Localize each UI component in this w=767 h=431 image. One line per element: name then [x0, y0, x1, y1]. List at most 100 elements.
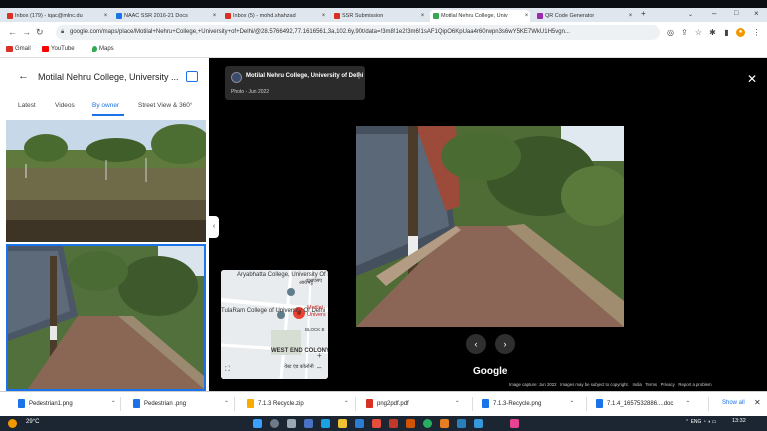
app-icon[interactable]	[372, 419, 381, 428]
browser-tab[interactable]: QR Code Generator ×	[534, 10, 634, 22]
close-icon[interactable]: ×	[320, 13, 327, 19]
chevron-up-icon[interactable]: ⌃	[685, 400, 690, 407]
acrobat-icon[interactable]	[389, 419, 398, 428]
chevron-up-icon[interactable]: ⌃	[224, 400, 229, 407]
more-options-icon[interactable]: ⋮	[355, 71, 363, 80]
map-label-block: BLOCK B	[305, 327, 325, 332]
menu-icon[interactable]: ⋮	[752, 28, 761, 37]
country-link[interactable]: India	[633, 382, 642, 387]
profile-avatar[interactable]: ●	[736, 28, 745, 37]
photo-filter-tabs: Latest Videos By owner Street View & 360…	[0, 100, 209, 116]
previous-photo-button[interactable]: ‹	[466, 334, 486, 354]
tab-by-owner[interactable]: By owner	[92, 102, 119, 109]
maximize-button[interactable]: □	[734, 10, 738, 17]
browser-tab[interactable]: NAAC SSR 2016-21 Docs ×	[113, 10, 218, 22]
terms-link[interactable]: Terms	[645, 382, 657, 387]
zip-file-icon	[247, 399, 254, 408]
google-lens-icon[interactable]: ◎	[666, 28, 675, 37]
photo-info-card: Motilal Nehru College, University of Del…	[225, 66, 365, 100]
bookmark-star-icon[interactable]: ☆	[694, 28, 703, 37]
chevron-up-icon[interactable]: ⌃	[569, 400, 574, 407]
bookmark-youtube[interactable]: YouTube	[42, 46, 75, 52]
extensions-icon[interactable]: ✱	[708, 28, 717, 37]
window-close-button[interactable]: ×	[754, 9, 759, 18]
close-downloads-icon[interactable]: ✕	[754, 398, 761, 407]
main-photo[interactable]	[356, 126, 624, 327]
app-icon[interactable]	[510, 419, 519, 428]
next-photo-button[interactable]: ›	[495, 334, 515, 354]
close-icon[interactable]: ×	[211, 13, 218, 19]
mini-map[interactable]: Aryabhatta College, University Of Delhi …	[221, 270, 328, 379]
maps-pin-icon	[433, 13, 439, 19]
report-problem-link[interactable]: Report a problem	[678, 382, 711, 387]
store-icon[interactable]	[355, 419, 364, 428]
privacy-link[interactable]: Privacy	[661, 382, 675, 387]
url-text: google.com/maps/place/Motilal+Nehru+Coll…	[70, 29, 570, 35]
chevron-up-icon[interactable]: ⌃	[455, 400, 460, 407]
doc-file-icon	[596, 399, 603, 408]
youtube-icon	[42, 46, 49, 52]
image-file-icon	[482, 399, 489, 408]
browser-tab-active[interactable]: Motilal Nehru College, Univ ×	[430, 10, 530, 22]
app-icon[interactable]	[457, 419, 466, 428]
start-icon[interactable]	[253, 419, 262, 428]
photo-thumbnail[interactable]	[6, 120, 206, 242]
download-item[interactable]: Pedestrian1.png ⌃	[18, 399, 116, 408]
file-explorer-icon[interactable]	[338, 419, 347, 428]
app-icon[interactable]	[440, 419, 449, 428]
system-tray[interactable]: ⌃ ENG ◔ ◑ ▭	[685, 419, 716, 425]
tab-street-view[interactable]: Street View & 360°	[138, 102, 193, 109]
bookmark-gmail[interactable]: Gmail	[6, 46, 31, 52]
tab-latest[interactable]: Latest	[18, 102, 36, 109]
forward-icon[interactable]: →	[22, 27, 31, 37]
map-label-west-end: WEST END COLONY	[271, 348, 328, 354]
new-tab-button[interactable]: +	[641, 9, 646, 18]
lock-icon: 🔒︎	[61, 29, 65, 35]
add-photo-icon[interactable]	[186, 71, 198, 82]
app-icon[interactable]	[474, 419, 483, 428]
chevron-up-icon[interactable]: ⌃	[344, 400, 349, 407]
expand-map-icon[interactable]: ⛶	[225, 366, 230, 373]
zoom-in-icon[interactable]: +	[317, 352, 322, 360]
photo-thumbnail-selected[interactable]	[6, 244, 206, 391]
bookmark-maps[interactable]: Maps	[92, 46, 114, 52]
download-item[interactable]: png2pdf.pdf ⌃	[366, 399, 460, 408]
edge-icon[interactable]	[321, 419, 330, 428]
browser-tab[interactable]: Inbox (5) - mohd.shahzad ×	[222, 10, 327, 22]
reload-icon[interactable]: ↻	[36, 27, 44, 38]
close-icon[interactable]: ×	[102, 13, 109, 19]
show-all-downloads-link[interactable]: Show all	[722, 400, 745, 406]
back-icon[interactable]: ←	[8, 27, 17, 37]
minimize-button[interactable]: –	[712, 9, 716, 18]
download-item[interactable]: 7.1.4_1657532886....doc ⌃	[596, 399, 690, 408]
weather-icon[interactable]	[8, 419, 17, 428]
share-icon[interactable]: ⇪	[680, 28, 689, 37]
zoom-out-icon[interactable]: –	[317, 364, 321, 372]
viewer-footer: Image capture: Jun 2022 Images may be su…	[509, 382, 712, 387]
close-icon[interactable]: ×	[523, 13, 530, 19]
task-view-icon[interactable]	[287, 419, 296, 428]
back-arrow-icon[interactable]: ←	[18, 70, 29, 82]
address-bar[interactable]: 🔒︎ google.com/maps/place/Motilal+Nehru+C…	[56, 25, 660, 40]
collapse-panel-button[interactable]: ‹	[209, 216, 219, 238]
tab-search-icon[interactable]: ⌄	[688, 11, 693, 18]
search-icon[interactable]	[270, 419, 279, 428]
browser-tab[interactable]: SSR Submission ×	[331, 10, 426, 22]
close-icon[interactable]: ×	[419, 13, 426, 19]
app-icon[interactable]	[406, 419, 415, 428]
chevron-up-icon[interactable]: ⌃	[111, 400, 116, 407]
clock[interactable]: 13:32	[732, 418, 746, 424]
chat-icon[interactable]	[304, 419, 313, 428]
browser-tab[interactable]: Inbox (179) - iqac@mlnc.du ×	[4, 10, 109, 22]
chrome-icon[interactable]	[423, 419, 432, 428]
image-capture-date: Image capture: Jun 2022	[509, 382, 557, 387]
gmail-icon	[7, 13, 13, 19]
download-item[interactable]: 7.1.3-Recycle.png ⌃	[482, 399, 574, 408]
close-icon[interactable]: ×	[627, 13, 634, 19]
download-item[interactable]: Pedestrian .png ⌃	[133, 399, 229, 408]
image-file-icon	[18, 399, 25, 408]
close-viewer-icon[interactable]: ✕	[747, 72, 757, 86]
download-item[interactable]: 7.1.3 Recycle.zip ⌃	[247, 399, 349, 408]
tab-videos[interactable]: Videos	[55, 102, 75, 109]
side-panel-icon[interactable]: ▮	[722, 28, 731, 37]
